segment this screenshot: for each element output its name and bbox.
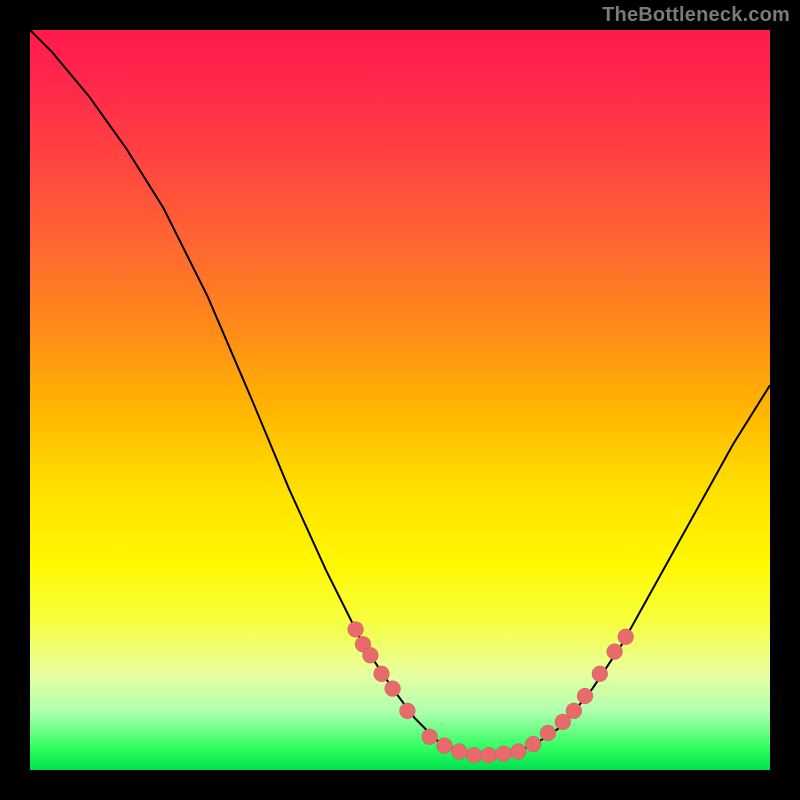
data-marker (399, 703, 415, 719)
data-marker (436, 738, 452, 754)
data-marker (510, 744, 526, 760)
data-marker (592, 666, 608, 682)
attribution-text: TheBottleneck.com (602, 4, 790, 27)
data-marker (481, 747, 497, 763)
bottleneck-curve (30, 30, 770, 755)
data-marker (466, 747, 482, 763)
chart-container: TheBottleneck.com (0, 0, 800, 800)
data-marker (618, 629, 634, 645)
data-marker (385, 681, 401, 697)
data-markers (348, 621, 634, 763)
data-marker (540, 725, 556, 741)
data-marker (348, 621, 364, 637)
data-marker (566, 703, 582, 719)
data-marker (607, 644, 623, 660)
data-marker (525, 736, 541, 752)
data-marker (362, 647, 378, 663)
data-marker (496, 746, 512, 762)
chart-svg (30, 30, 770, 770)
data-marker (451, 744, 467, 760)
data-marker (422, 729, 438, 745)
data-marker (374, 666, 390, 682)
data-marker (577, 688, 593, 704)
